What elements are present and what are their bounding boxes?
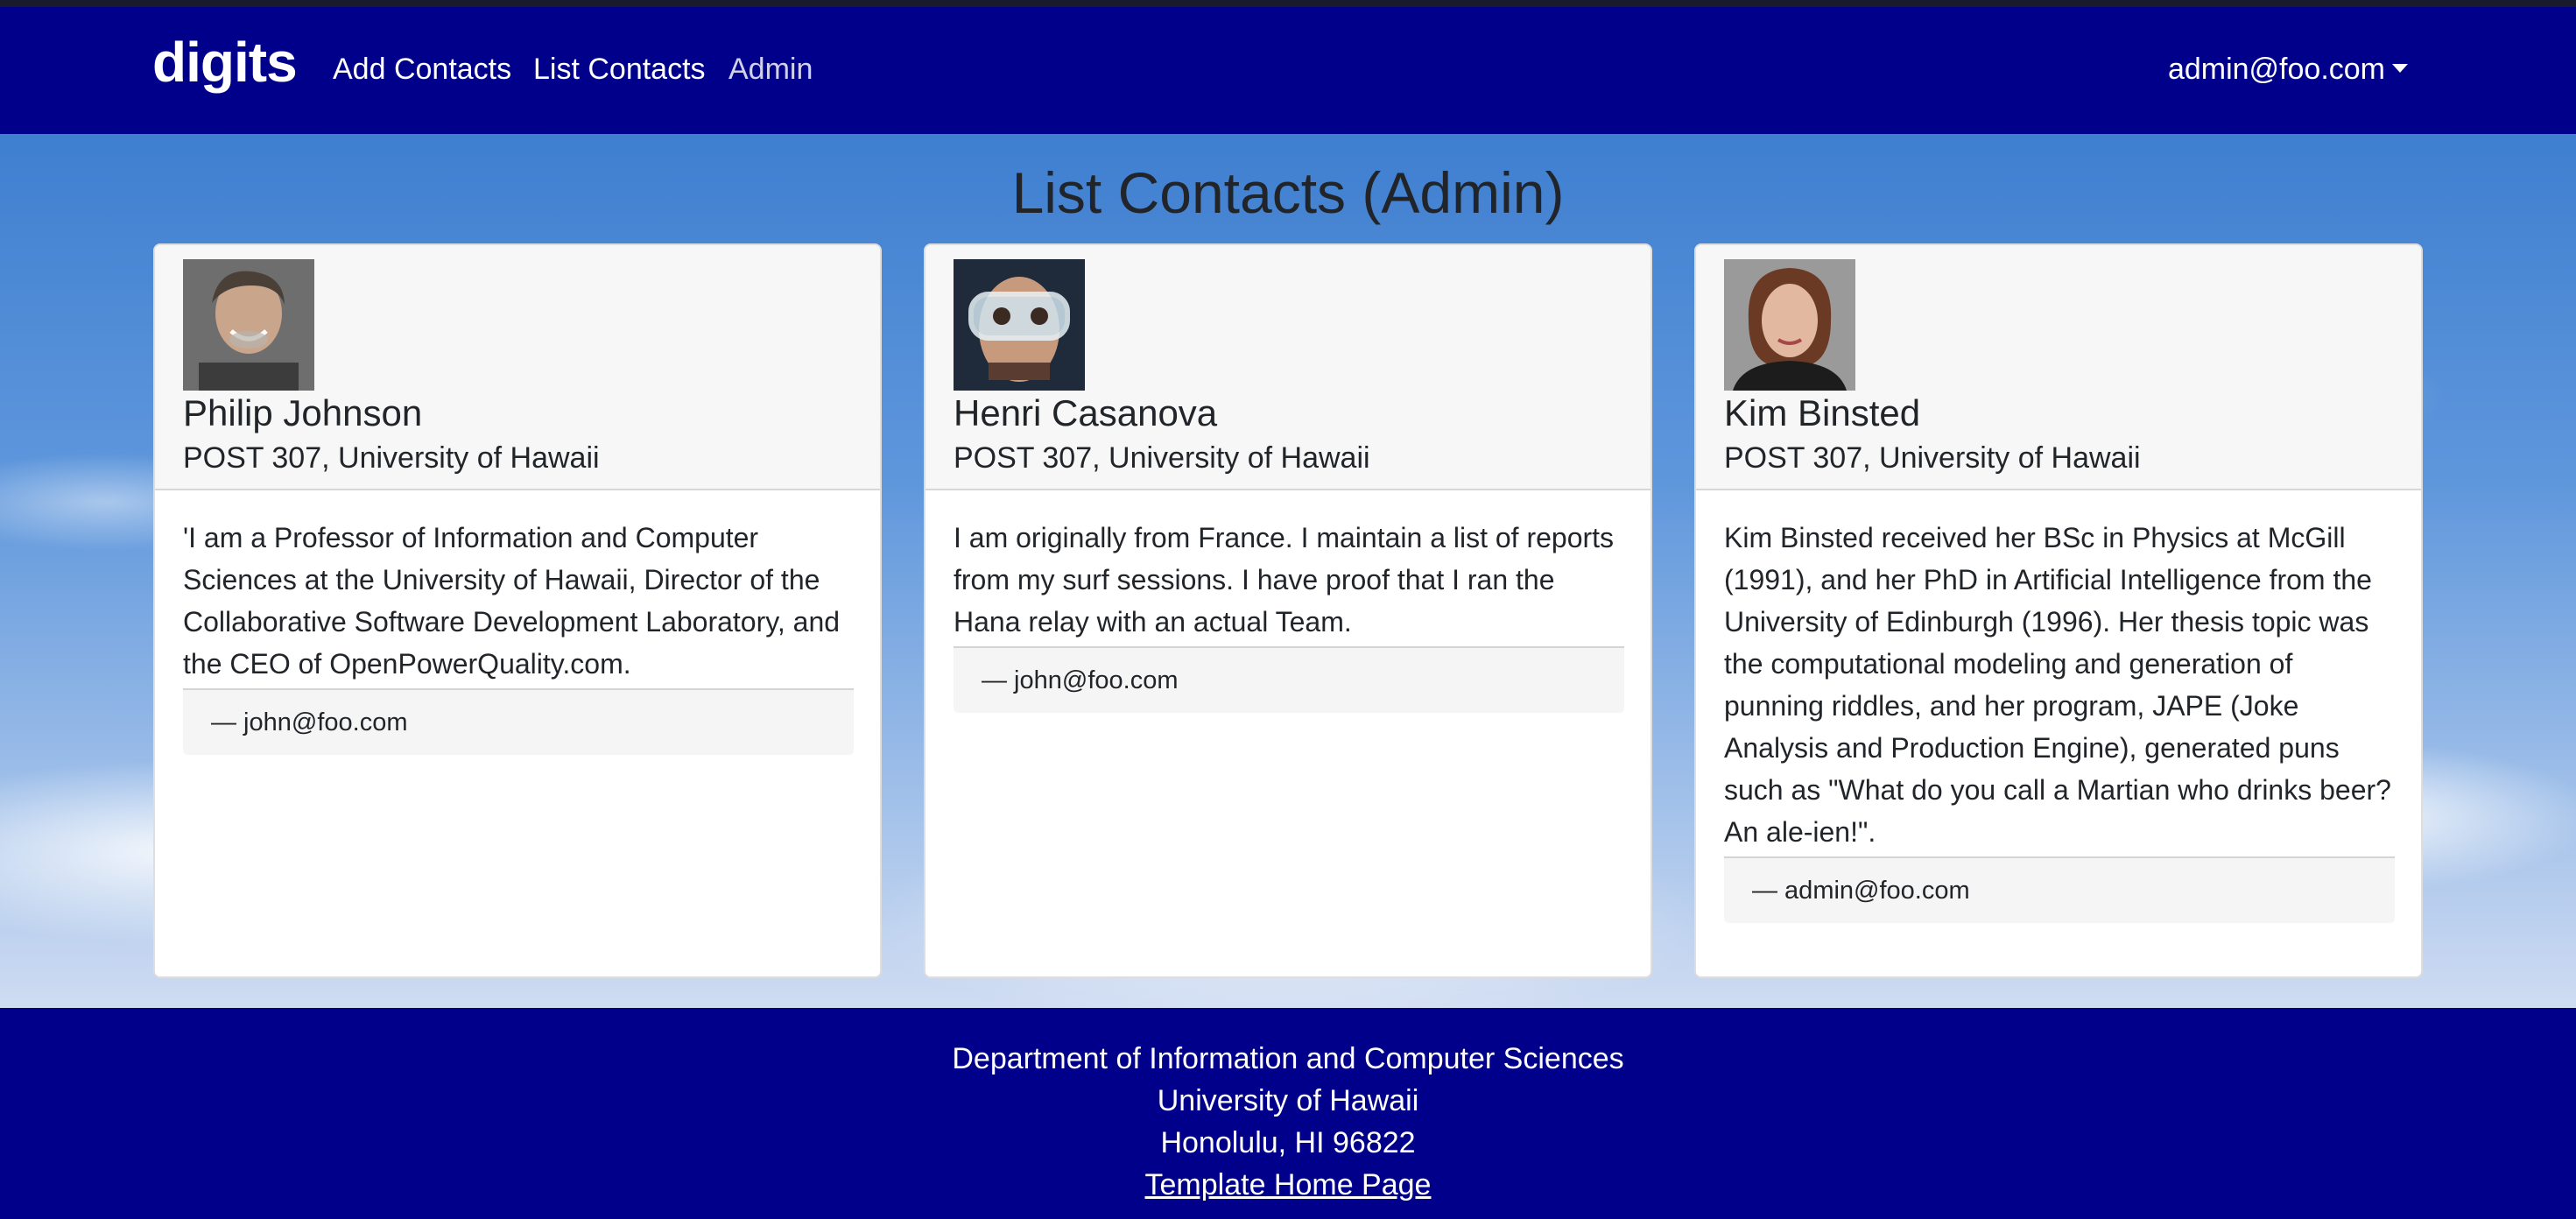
contact-name: Kim Binsted xyxy=(1724,392,1921,433)
contact-description: I am originally from France. I maintain … xyxy=(954,522,1615,638)
contact-address: POST 307, University of Hawaii xyxy=(954,441,1370,475)
footer-university: University of Hawaii xyxy=(1157,1084,1419,1117)
contact-description: Kim Binsted received her BSc in Physics … xyxy=(1724,522,2391,848)
contact-address: POST 307, University of Hawaii xyxy=(183,441,600,475)
contact-cards: Philip Johnson POST 307, University of H… xyxy=(153,243,2423,978)
card-body: I am originally from France. I maintain … xyxy=(954,517,1624,713)
avatar xyxy=(1724,259,1855,391)
contact-card: Kim Binsted POST 307, University of Hawa… xyxy=(1694,243,2423,978)
user-dropdown[interactable]: admin@foo.com xyxy=(2168,53,2408,87)
footer-department: Department of Information and Computer S… xyxy=(952,1042,1624,1075)
contact-address: POST 307, University of Hawaii xyxy=(1724,441,2141,475)
nav-admin[interactable]: Admin xyxy=(728,53,813,87)
contact-description: 'I am a Professor of Information and Com… xyxy=(183,522,841,680)
contact-note: — admin@foo.com xyxy=(1724,856,2395,923)
window-top-strip xyxy=(0,0,2576,7)
contact-note: — john@foo.com xyxy=(183,688,854,755)
contact-card: Philip Johnson POST 307, University of H… xyxy=(153,243,882,978)
caret-down-icon xyxy=(2392,64,2408,74)
nav-add-contacts[interactable]: Add Contacts xyxy=(333,53,511,87)
note-text: — admin@foo.com xyxy=(1752,877,1970,905)
note-text: — john@foo.com xyxy=(982,666,1179,694)
card-header: Kim Binsted POST 307, University of Hawa… xyxy=(1696,245,2421,490)
card-body: Kim Binsted received her BSc in Physics … xyxy=(1724,517,2395,923)
navbar: digits Add Contacts List Contacts Admin … xyxy=(0,7,2576,134)
contact-card: Henri Casanova POST 307, University of H… xyxy=(924,243,1652,978)
card-header: Philip Johnson POST 307, University of H… xyxy=(155,245,880,490)
card-header: Henri Casanova POST 307, University of H… xyxy=(926,245,1650,490)
footer-city: Honolulu, HI 96822 xyxy=(1160,1126,1416,1159)
contact-name: Philip Johnson xyxy=(183,392,423,433)
contact-note: — john@foo.com xyxy=(954,646,1624,713)
user-email: admin@foo.com xyxy=(2167,53,2385,86)
brand-logo[interactable]: digits xyxy=(152,30,298,95)
card-body: 'I am a Professor of Information and Com… xyxy=(183,517,854,755)
note-text: — john@foo.com xyxy=(211,708,408,736)
contact-name: Henri Casanova xyxy=(954,392,1218,433)
page-title: List Contacts (Admin) xyxy=(1011,160,1565,225)
avatar xyxy=(183,259,314,391)
template-home-link[interactable]: Template Home Page xyxy=(1145,1168,1432,1201)
nav-list-contacts[interactable]: List Contacts xyxy=(533,53,706,87)
avatar xyxy=(954,259,1085,391)
footer: Department of Information and Computer S… xyxy=(0,1008,2576,1219)
